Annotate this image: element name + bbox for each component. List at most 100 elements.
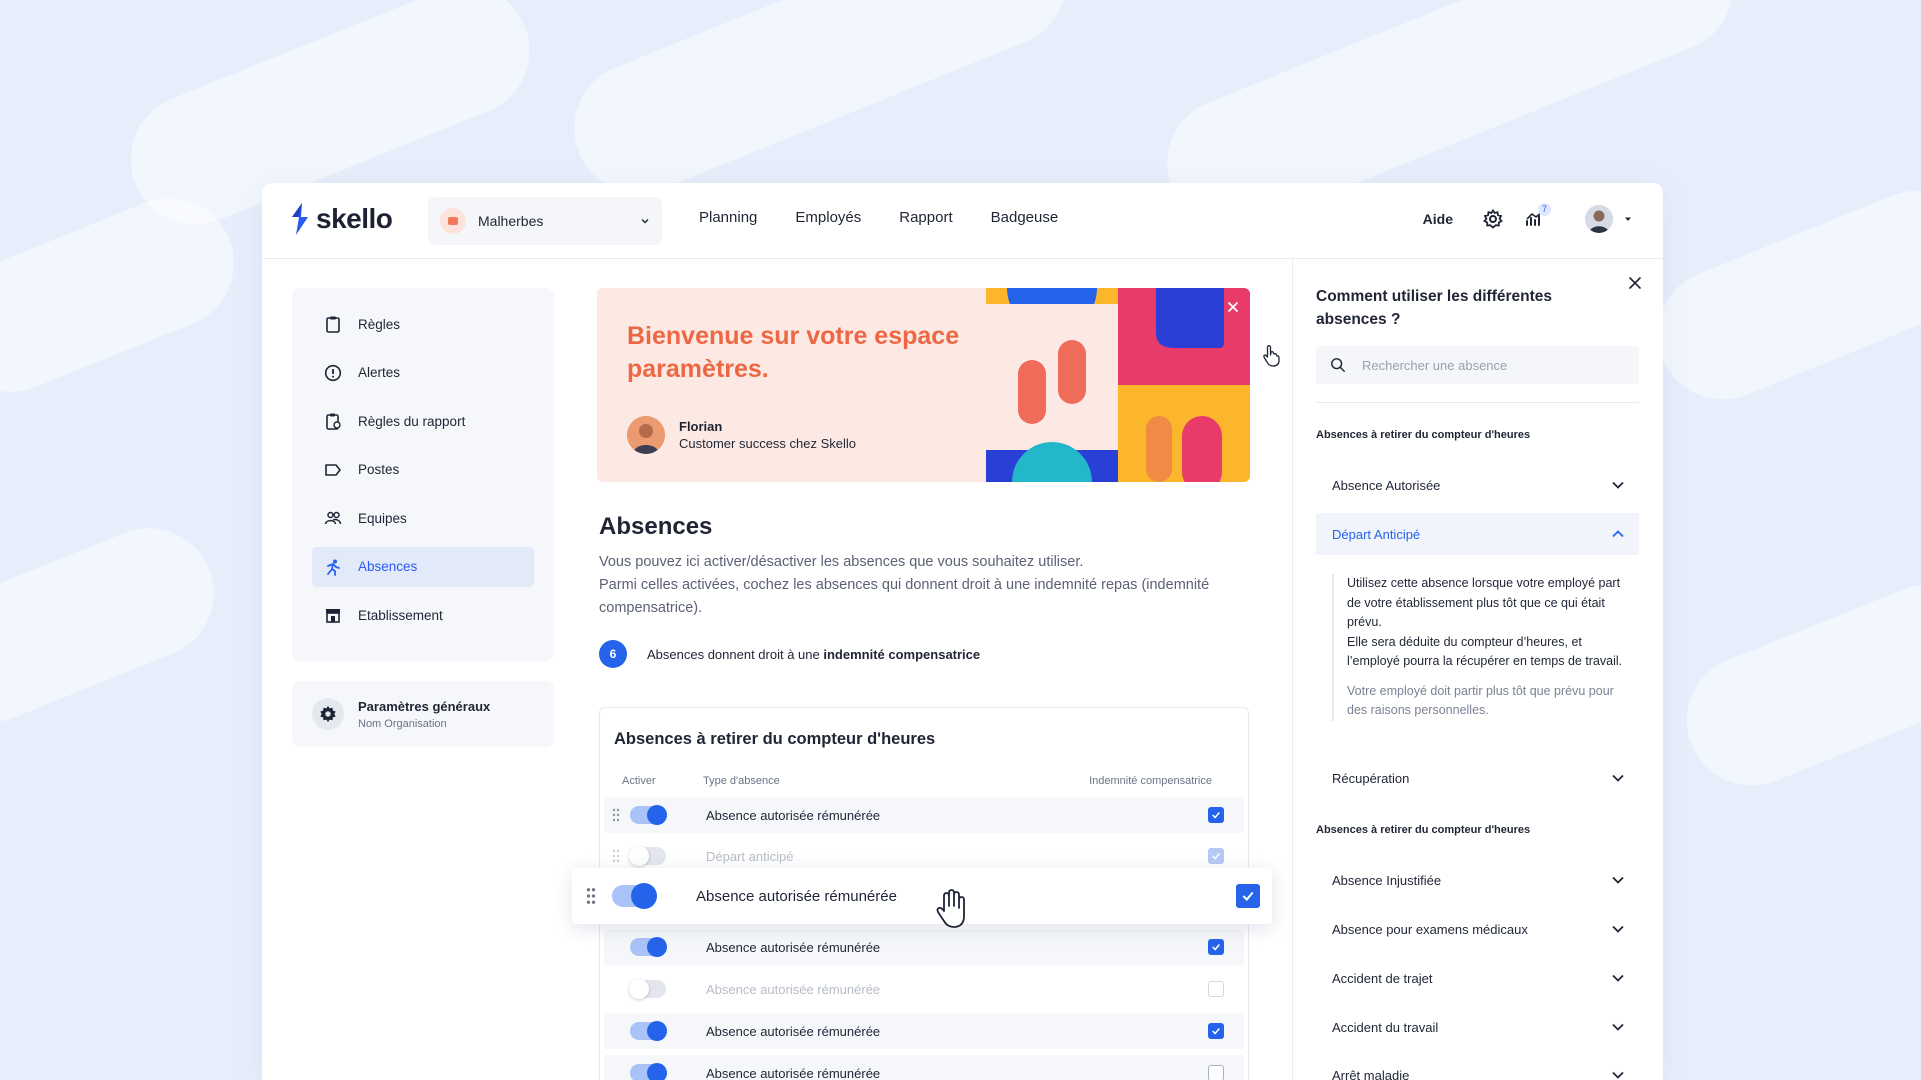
activate-toggle[interactable] [630, 937, 667, 957]
settings-sidebar: Règles Alertes Règles du rapport Postes … [292, 288, 554, 661]
accordion-label: Départ Anticipé [1332, 526, 1421, 542]
contact-avatar [627, 416, 665, 454]
sidebar-item-etablissement[interactable]: Etablissement [312, 595, 534, 635]
general-settings-button[interactable]: Paramètres généraux Nom Organisation [292, 681, 554, 747]
background-shape [0, 508, 234, 742]
accordion-label: Absence Injustifiée [1332, 872, 1442, 888]
sidebar-item-absences[interactable]: Absences [312, 546, 534, 587]
chevron-down-icon [1612, 974, 1624, 982]
activate-toggle[interactable] [629, 979, 666, 999]
establishment-select[interactable]: Malherbes [428, 197, 662, 245]
pointer-cursor-icon [1263, 345, 1280, 367]
activate-toggle[interactable] [630, 805, 667, 825]
sidebar-item-regles[interactable]: Règles [312, 304, 534, 344]
alert-circle-icon [324, 364, 342, 381]
background-shape [1638, 171, 1921, 419]
report-rules-icon [326, 413, 341, 430]
search-input[interactable] [1362, 357, 1612, 373]
accordion-label: Arrêt maladie [1332, 1067, 1410, 1080]
nav-badgeuse[interactable]: Badgeuse [991, 209, 1059, 226]
general-settings-title: Paramètres généraux [358, 698, 491, 714]
accordion-absence-autorisee[interactable]: Absence Autorisée [1316, 464, 1639, 506]
absence-search[interactable] [1316, 346, 1639, 384]
compensation-checkbox[interactable] [1236, 884, 1260, 908]
accordion-label: Absence pour examens médicaux [1332, 921, 1528, 937]
tag-icon [325, 463, 341, 476]
table-row: Absence autorisée rémunérée [604, 929, 1244, 965]
chevron-down-icon [1612, 481, 1624, 489]
user-menu[interactable] [1585, 205, 1633, 233]
compensation-checkbox[interactable] [1208, 848, 1224, 864]
main-nav: Planning Employés Rapport Badgeuse [699, 209, 1058, 226]
accordion-label: Récupération [1332, 770, 1410, 786]
accordion-examens-medicaux[interactable]: Absence pour examens médicaux [1316, 908, 1639, 950]
page-description: Vous pouvez ici activer/désactiver les a… [599, 551, 1249, 620]
nav-employes[interactable]: Employés [795, 209, 861, 226]
sidebar-item-alertes[interactable]: Alertes [312, 353, 534, 393]
drag-handle-icon[interactable] [612, 808, 620, 822]
header-actions: Aide 7 [1423, 203, 1633, 233]
close-icon[interactable] [1629, 277, 1641, 289]
compensation-checkbox[interactable] [1208, 939, 1224, 955]
accordion-absence-injustifiee[interactable]: Absence Injustifiée [1316, 859, 1639, 901]
accordion-description: Utilisez cette absence lorsque votre emp… [1347, 576, 1623, 668]
logo-text: skello [316, 203, 393, 234]
help-panel: Comment utiliser les différentes absence… [1292, 259, 1663, 1080]
banner-illustration [986, 288, 1250, 482]
compensation-checkbox[interactable] [1208, 807, 1224, 823]
help-link[interactable]: Aide [1423, 211, 1453, 227]
table-row: Absence autorisée rémunérée [604, 797, 1244, 833]
activate-toggle[interactable] [630, 1063, 667, 1080]
chevron-down-icon [641, 219, 649, 224]
dragged-table-row[interactable]: Absence autorisée rémunérée [572, 868, 1272, 924]
settings-icon-wrap [312, 698, 344, 730]
skello-logo-icon [292, 203, 308, 235]
close-banner-icon[interactable] [1226, 300, 1240, 314]
table-row: Absence autorisée rémunérée [604, 971, 1244, 1007]
compensation-checkbox[interactable] [1208, 981, 1224, 997]
accordion-arret-maladie[interactable]: Arrêt maladie [1316, 1054, 1639, 1080]
compensation-checkbox[interactable] [1208, 1065, 1224, 1080]
section-title: Absences à retirer du compteur d'heures [1316, 824, 1531, 836]
column-header-compensation: Indemnité compensatrice [1089, 775, 1212, 787]
sidebar-item-regles-rapport[interactable]: Règles du rapport [312, 401, 534, 441]
panel-title: Comment utiliser les différentes absence… [1316, 288, 1553, 328]
accordion-accident-trajet[interactable]: Accident de trajet [1316, 957, 1639, 999]
accordion-accident-travail[interactable]: Accident du travail [1316, 1006, 1639, 1048]
compensation-checkbox[interactable] [1208, 1023, 1224, 1039]
activate-toggle[interactable] [630, 1021, 667, 1041]
description-line-2: Parmi celles activées, cochez les absenc… [599, 577, 1210, 616]
clipboard-icon [326, 316, 340, 333]
sidebar-item-label: Règles [358, 316, 401, 332]
card-title: Absences à retirer du compteur d'heures [614, 730, 936, 748]
store-icon [326, 609, 340, 623]
gear-icon[interactable] [1483, 209, 1503, 229]
store-icon [440, 208, 466, 234]
chevron-down-icon [1612, 1071, 1624, 1079]
sidebar-item-label: Postes [358, 462, 400, 477]
absence-type: Absence autorisée rémunérée [706, 981, 881, 997]
nav-rapport[interactable]: Rapport [899, 209, 952, 226]
activate-toggle[interactable] [629, 846, 666, 866]
notifications-button[interactable]: 7 [1525, 203, 1551, 229]
drag-handle-icon[interactable] [586, 887, 596, 905]
absence-type: Absence autorisée rémunérée [706, 939, 881, 955]
sidebar-item-equipes[interactable]: Equipes [312, 498, 534, 538]
skello-logo[interactable]: skello [290, 203, 393, 235]
sidebar-item-postes[interactable]: Postes [312, 450, 534, 490]
absence-type: Absence autorisée rémunérée [706, 1023, 881, 1039]
accordion-recuperation[interactable]: Récupération [1316, 757, 1639, 799]
absence-type: Absence autorisée rémunérée [706, 1065, 881, 1080]
absence-type: Absence autorisée rémunérée [706, 807, 881, 823]
top-header: skello Malherbes Planning Employés Rappo… [262, 183, 1663, 259]
section-title: Absences à retirer du compteur d'heures [1316, 429, 1531, 441]
banner-title: Bienvenue sur votre espace paramètres. [627, 322, 960, 383]
nav-planning[interactable]: Planning [699, 209, 757, 226]
sidebar-item-label: Règles du rapport [358, 413, 466, 429]
column-header-activate: Activer [622, 775, 656, 787]
drag-handle-icon[interactable] [612, 849, 620, 863]
chevron-up-icon [1612, 530, 1624, 538]
accordion-depart-anticipe[interactable]: Départ Anticipé [1316, 513, 1639, 555]
activate-toggle[interactable] [612, 883, 657, 909]
chevron-down-icon [1612, 876, 1624, 884]
